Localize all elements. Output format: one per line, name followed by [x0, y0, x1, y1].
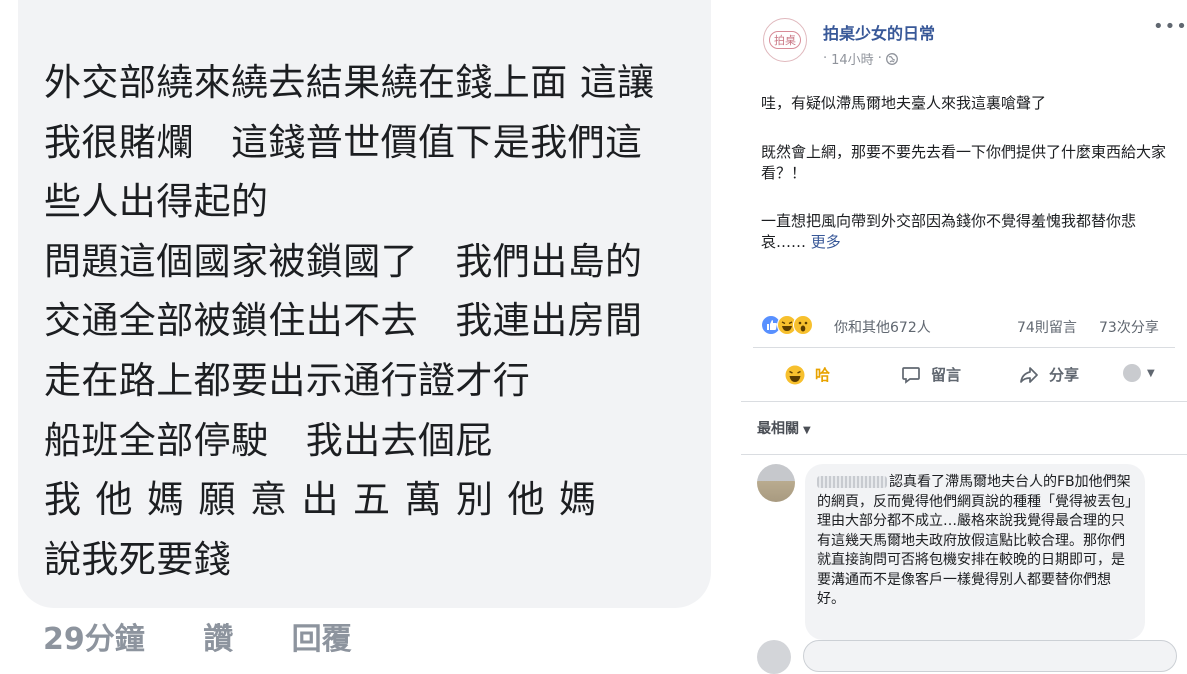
commenter-name-redacted[interactable] — [817, 476, 887, 488]
see-more-link[interactable]: 更多 — [811, 233, 841, 251]
post-actions: 哈 留言 分享 ▼ — [753, 352, 1175, 400]
comment-actions-large: 29分鐘 讚 回覆 — [43, 614, 400, 657]
divider — [741, 401, 1187, 402]
comment-line: 我很賭爛 這錢普世價值下是我們這 — [44, 120, 643, 164]
comment-icon — [901, 365, 921, 385]
share-icon — [1019, 365, 1039, 385]
comment-sort-dropdown[interactable]: 最相關 ▼ — [757, 418, 811, 438]
sort-label: 最相關 — [757, 421, 799, 437]
chevron-down-icon: ▼ — [1147, 367, 1155, 379]
divider — [741, 454, 1187, 455]
page-logo: 拍桌 — [769, 31, 801, 49]
wow-icon — [793, 315, 813, 335]
post-meta: · 14小時 · — [823, 49, 898, 68]
comment-body: 認真看了滯馬爾地夫台人的FB加他們架的網頁，反而覺得他們網頁說的種種「覺得被丟包… — [817, 473, 1137, 610]
comment-bubble-large: 外交部繞來繞去結果繞在錢上面 這讓 我很賭爛 這錢普世價值下是我們這 些人出得起… — [18, 0, 711, 608]
comment-line: 些人出得起的 — [44, 180, 269, 224]
chevron-down-icon: ▼ — [803, 425, 811, 436]
zoomed-comment-panel: 外交部繞來繞去結果繞在錢上面 這讓 我很賭爛 這錢普世價值下是我們這 些人出得起… — [0, 0, 730, 657]
post-paragraph: 哇，有疑似滯馬爾地夫臺人來我這裏嗆聲了 — [761, 94, 1047, 112]
shares-count[interactable]: 73次分享 — [1099, 317, 1159, 337]
reactions-summary: 你和其他672人 74則留言 73次分享 — [761, 315, 1171, 337]
comment-bubble: 認真看了滯馬爾地夫台人的FB加他們架的網頁，反而覺得他們網頁說的種種「覺得被丟包… — [805, 464, 1145, 640]
post-as-selector[interactable]: ▼ — [1123, 364, 1155, 382]
globe-icon — [885, 52, 898, 65]
reply-link[interactable]: 回覆 — [292, 622, 352, 657]
viewer-avatar — [757, 640, 791, 674]
divider — [753, 347, 1175, 348]
page-name-link[interactable]: 拍桌少女的日常 — [823, 20, 935, 44]
post-timestamp[interactable]: 14小時 — [831, 49, 874, 68]
comment-line: 船班全部停駛 我出去個屁 — [44, 418, 493, 462]
facebook-post: 拍桌 拍桌少女的日常 · 14小時 · ••• 哇，有疑似滯馬爾地夫臺人來我這裏… — [741, 0, 1187, 674]
viewer-avatar — [1123, 364, 1141, 382]
meta-separator: · — [823, 51, 828, 66]
comment-text: 認真看了滯馬爾地夫台人的FB加他們架的網頁，反而覺得他們網頁說的種種「覺得被丟包… — [817, 474, 1132, 607]
reaction-icons[interactable] — [761, 315, 835, 337]
write-comment-input[interactable] — [803, 640, 1177, 672]
like-link[interactable]: 讚 — [203, 622, 233, 657]
comments-count[interactable]: 74則留言 — [1017, 317, 1077, 337]
share-label: 分享 — [1049, 366, 1080, 384]
haha-icon — [785, 365, 805, 385]
commenter-avatar[interactable] — [757, 464, 795, 502]
comment-line: 說我死要錢 — [44, 537, 231, 581]
post-paragraph: 既然會上網，那要不要先去看一下你們提供了什麼東西給大家看？！ — [761, 143, 1167, 182]
comment-line: 外交部繞來繞去結果繞在錢上面 這讓 — [44, 61, 655, 104]
haha-reaction-button[interactable]: 哈 — [785, 364, 830, 385]
post-paragraph: 一直想把風向帶到外交部因為錢你不覺得羞愧我都替你悲哀…… 更多 — [761, 211, 1171, 253]
reactions-text[interactable]: 你和其他672人 — [834, 317, 931, 337]
comment-text-large: 外交部繞來繞去結果繞在錢上面 這讓 我很賭爛 這錢普世價值下是我們這 些人出得起… — [44, 64, 694, 600]
comment-timestamp: 29分鐘 — [43, 622, 145, 657]
share-button[interactable]: 分享 — [1019, 364, 1079, 385]
comment-button[interactable]: 留言 — [901, 364, 961, 385]
comment-line: 交通全部被鎖住出不去 我連出房間 — [44, 299, 643, 343]
comment-label: 留言 — [931, 366, 962, 384]
haha-label: 哈 — [815, 366, 831, 384]
comment-line: 走在路上都要出示通行證才行 — [44, 358, 531, 402]
more-options-icon[interactable]: ••• — [1153, 16, 1187, 37]
meta-separator: · — [877, 51, 882, 66]
page-avatar[interactable]: 拍桌 — [763, 18, 807, 62]
comment-line: 我他媽願意出五萬別他媽 — [44, 478, 611, 522]
comment-line: 問題這個國家被鎖國了 我們出島的 — [44, 239, 643, 283]
